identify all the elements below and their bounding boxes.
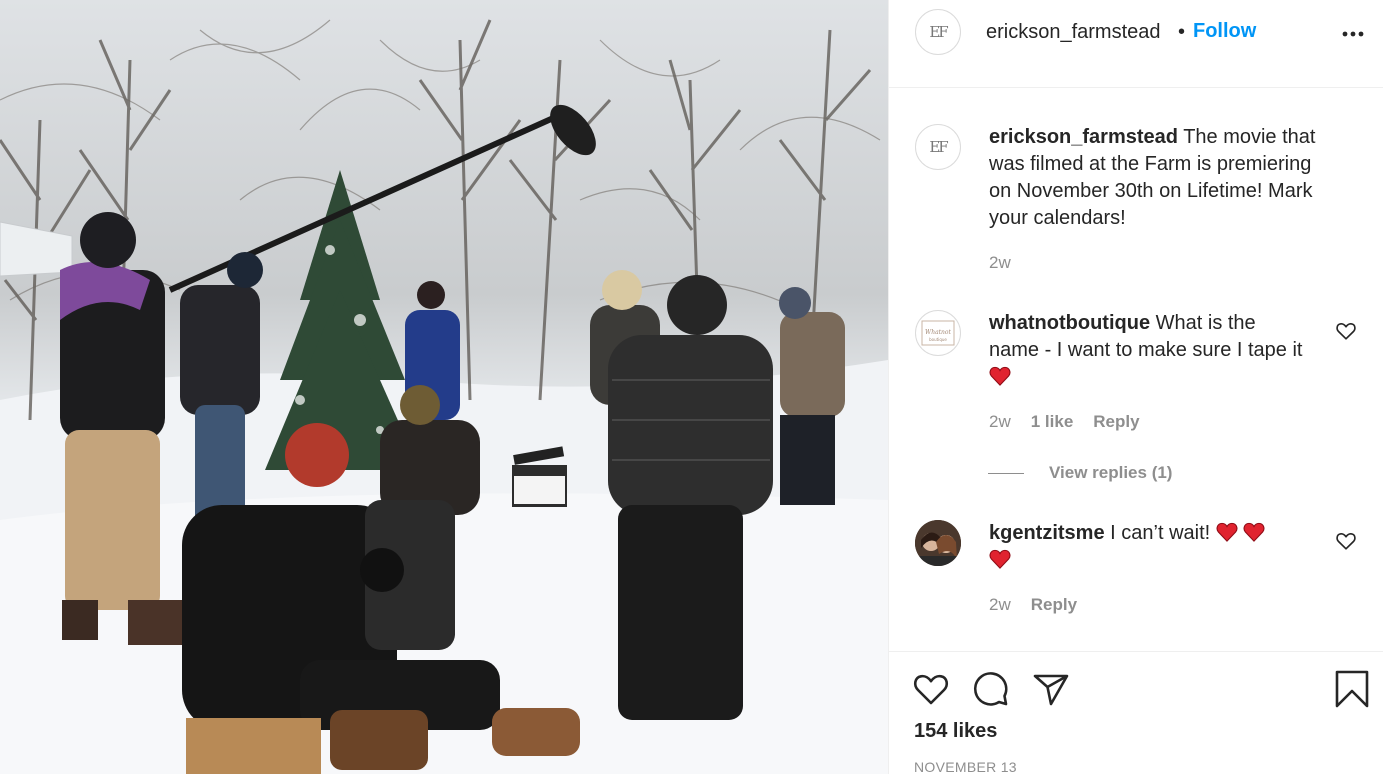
caption: EF erickson_farmstead The movie that was… [915,120,1355,280]
view-replies-divider [988,473,1024,474]
header-separator: • [1178,21,1186,43]
comment-time[interactable]: 2w [989,412,1011,432]
share-icon[interactable] [1031,669,1071,709]
comment: kgentzitsme I can’t wait! 2w Reply [915,520,1357,630]
comment-like-icon[interactable] [1335,320,1357,342]
post-photo[interactable] [0,0,888,774]
post-date[interactable]: NOVEMBER 13 [914,759,1017,774]
caption-username[interactable]: erickson_farmstead [989,126,1178,148]
post-header: EF erickson_farmstead • Follow [889,0,1383,88]
svg-text:Whatnot: Whatnot [925,329,951,336]
comment-text: kgentzitsme I can’t wait! [989,520,1289,574]
caption-avatar[interactable]: EF [915,124,961,170]
comment-avatar[interactable]: Whatnot boutique [915,310,961,356]
comment-like-icon[interactable] [1335,530,1357,552]
caption-time[interactable]: 2w [989,253,1011,273]
reply-button[interactable]: Reply [1031,595,1077,615]
comment-username[interactable]: whatnotboutique [989,312,1150,334]
avatar-monogram: EF [929,23,948,41]
comment-text: whatnotboutique What is the name - I wan… [989,310,1309,391]
red-heart-emoji-icon [989,366,1011,386]
comment-meta: 2w 1 like Reply [989,412,1140,432]
reply-button[interactable]: Reply [1093,412,1139,432]
comment-username[interactable]: kgentzitsme [989,522,1105,544]
caption-text: erickson_farmstead The movie that was fi… [989,124,1339,232]
comment-time[interactable]: 2w [989,595,1011,615]
post-photo-illustration [0,19,888,774]
red-heart-emoji-icon [989,549,1011,569]
caption-avatar-monogram: EF [929,138,948,156]
header-username[interactable]: erickson_farmstead [986,21,1161,44]
more-icon[interactable] [1341,12,1365,53]
bookmark-icon[interactable] [1332,669,1372,709]
like-count[interactable]: 154 likes [914,720,997,743]
comment-icon[interactable] [971,669,1011,709]
post-sidebar: EF erickson_farmstead • Follow EF ericks… [888,0,1383,774]
action-bar [889,651,1383,774]
caption-meta: 2w [989,253,1011,273]
avatar[interactable]: EF [915,9,961,55]
comment-meta: 2w Reply [989,595,1077,615]
comment-body: I can’t wait! [1110,522,1211,544]
comment-likes[interactable]: 1 like [1031,412,1074,432]
heart-icon[interactable] [911,669,951,709]
red-heart-emoji-icon [1216,522,1238,542]
follow-button[interactable]: Follow [1193,20,1256,43]
svg-text:boutique: boutique [929,337,947,342]
red-heart-emoji-icon [1243,522,1265,542]
comment-avatar[interactable] [915,520,961,566]
view-replies-button[interactable]: View replies (1) [1049,463,1172,483]
